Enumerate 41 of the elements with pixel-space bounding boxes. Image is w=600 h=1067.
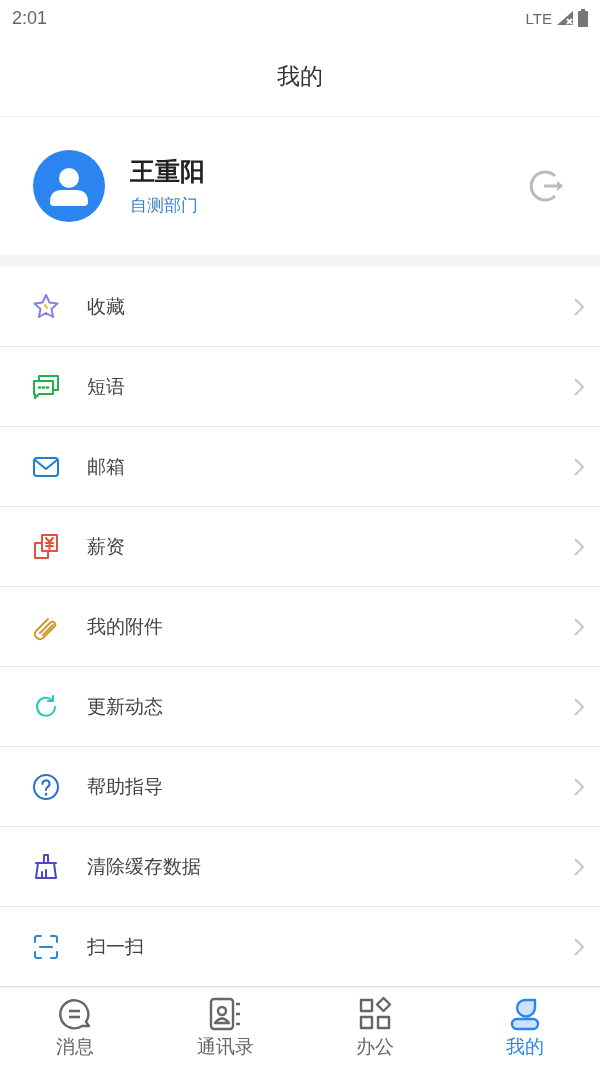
- menu-label: 帮助指导: [87, 773, 164, 799]
- menu-item[interactable]: 帮助指导: [0, 747, 600, 827]
- contacts-icon: [207, 995, 243, 1032]
- chevron-icon: [574, 697, 584, 716]
- menu-item[interactable]: 短语: [0, 347, 600, 427]
- tab[interactable]: 消息: [0, 988, 150, 1067]
- user-name: 王重阳: [130, 156, 206, 188]
- department-label: 自测部门: [130, 194, 199, 217]
- chevron-icon: [574, 777, 584, 796]
- menu-item[interactable]: 薪资: [0, 507, 600, 587]
- menu-label: 邮箱: [87, 453, 126, 479]
- chevron-icon: [574, 297, 584, 316]
- chevron-icon: [574, 857, 584, 876]
- signal-icon: [556, 10, 574, 26]
- menu-label: 薪资: [87, 533, 126, 559]
- battery-icon: [578, 9, 588, 27]
- menu-label: 更新动态: [87, 693, 164, 719]
- avatar-icon: [33, 150, 105, 222]
- menu-item[interactable]: 更新动态: [0, 667, 600, 747]
- menu-label: 收藏: [87, 293, 126, 319]
- chevron-icon: [574, 617, 584, 636]
- menu-item[interactable]: 我的附件: [0, 587, 600, 667]
- menu-label: 我的附件: [87, 613, 164, 639]
- chevron-icon: [574, 457, 584, 476]
- menu-item[interactable]: 扫一扫: [0, 907, 600, 987]
- office-icon: [357, 995, 393, 1032]
- chevron-icon: [574, 377, 584, 396]
- menu-item[interactable]: 清除缓存数据: [0, 827, 600, 907]
- menu-label: 清除缓存数据: [87, 853, 202, 879]
- menu-label: 扫一扫: [87, 933, 145, 959]
- tab[interactable]: 办公: [300, 988, 450, 1067]
- status-time: 2:01: [12, 7, 48, 29]
- tab[interactable]: 我的: [450, 988, 600, 1067]
- network-label: LTE: [525, 9, 552, 27]
- tab[interactable]: 通讯录: [150, 988, 300, 1067]
- menu-item[interactable]: 邮箱: [0, 427, 600, 507]
- chevron-icon: [574, 937, 584, 956]
- menu-label: 短语: [87, 373, 126, 399]
- menu-item[interactable]: 收藏: [0, 267, 600, 347]
- chevron-icon: [574, 537, 584, 556]
- page-title: 我的: [277, 61, 323, 91]
